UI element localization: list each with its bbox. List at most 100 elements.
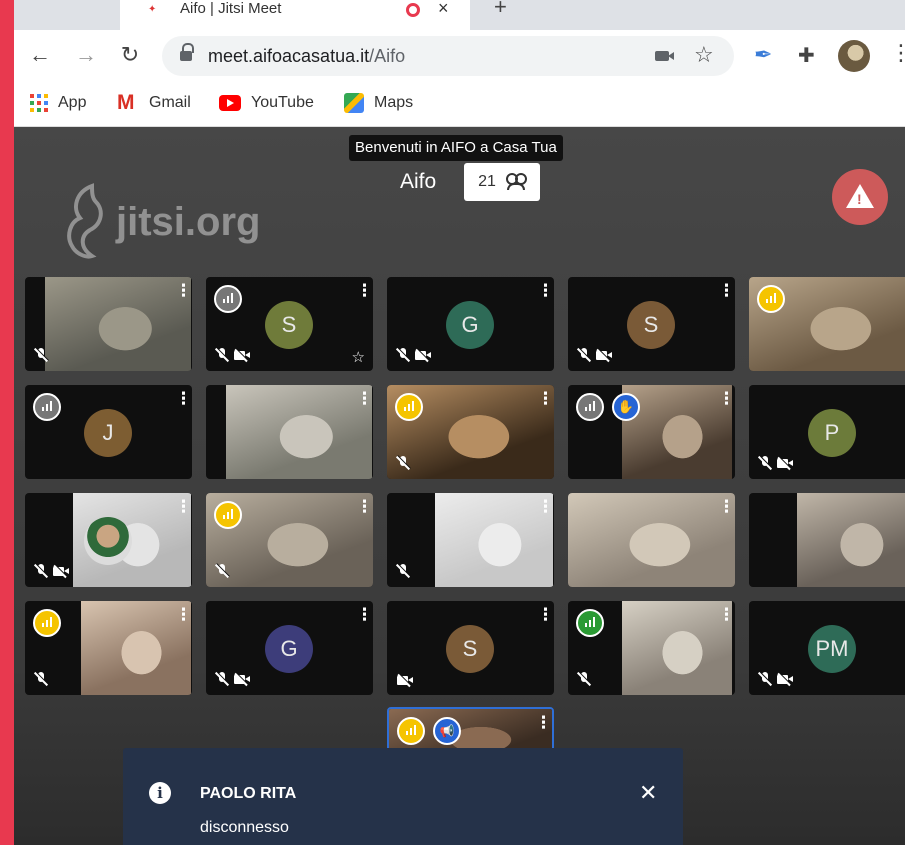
participant-avatar: S <box>446 625 494 673</box>
tab-strip: ✦ Aifo | Jitsi Meet × + <box>14 0 905 30</box>
bookmark-maps[interactable]: Maps <box>344 91 413 115</box>
camera-off-icon <box>53 565 69 577</box>
connection-quality-icon[interactable] <box>214 501 242 529</box>
participant-avatar: G <box>265 625 313 673</box>
warning-alert-icon[interactable] <box>832 169 888 225</box>
url-path: /Aifo <box>369 46 406 66</box>
recording-indicator-icon <box>406 3 420 17</box>
extensions-puzzle-icon[interactable]: ✚ <box>798 43 815 68</box>
tile-menu-icon[interactable] <box>356 281 373 301</box>
connection-quality-icon[interactable] <box>576 393 604 421</box>
tile-status-icons <box>578 348 612 362</box>
participant-video <box>226 385 372 479</box>
meeting-stage: jitsi.org Benvenuti in AIFO a Casa Tua A… <box>14 127 905 845</box>
tile-menu-icon[interactable] <box>718 605 735 625</box>
tile-menu-icon[interactable] <box>537 605 554 625</box>
connection-quality-icon[interactable] <box>576 609 604 637</box>
camera-off-icon <box>415 349 431 361</box>
browser-menu-icon[interactable]: ⋮ <box>890 40 905 66</box>
mic-muted-icon <box>397 564 409 578</box>
mic-muted-icon <box>397 456 409 470</box>
tile-status-icons <box>397 564 409 578</box>
mic-muted-icon <box>397 348 409 362</box>
tile-menu-icon[interactable] <box>537 281 554 301</box>
tile-menu-icon[interactable] <box>356 605 373 625</box>
bookmark-app[interactable]: App <box>30 91 86 115</box>
participant-tile[interactable] <box>568 493 735 587</box>
participant-tile[interactable]: G <box>206 601 373 695</box>
forward-arrow-icon[interactable]: → <box>72 40 100 70</box>
participant-tile[interactable] <box>25 277 192 371</box>
tile-menu-icon[interactable] <box>718 389 735 409</box>
participant-tile[interactable]: S <box>568 277 735 371</box>
back-arrow-icon[interactable]: ← <box>26 40 54 70</box>
tile-menu-icon[interactable] <box>718 281 735 301</box>
tab-close-icon[interactable]: × <box>438 0 449 19</box>
tile-menu-icon[interactable] <box>537 389 554 409</box>
bookmark-youtube[interactable]: YouTube <box>219 91 314 115</box>
tile-menu-icon[interactable] <box>175 605 192 625</box>
tile-status-icons <box>216 672 250 686</box>
participant-tile[interactable] <box>387 385 554 479</box>
connection-quality-icon[interactable] <box>397 717 425 745</box>
bookmark-gmail[interactable]: Gmail <box>117 91 191 115</box>
aifo-favicon-icon: ✦ <box>148 4 157 15</box>
participant-tile[interactable] <box>206 493 373 587</box>
bookmark-label: App <box>58 94 87 111</box>
bookmark-star-icon[interactable]: ☆ <box>694 42 714 68</box>
participant-video <box>797 493 905 587</box>
jitsi-logo-icon <box>62 182 108 262</box>
tile-menu-icon[interactable] <box>175 389 192 409</box>
tile-menu-icon[interactable] <box>356 389 373 409</box>
participant-tile[interactable] <box>749 277 905 371</box>
camera-off-icon <box>397 674 413 686</box>
participant-count-button[interactable]: 21 <box>464 163 540 201</box>
camera-in-use-icon[interactable] <box>655 51 674 61</box>
tile-menu-icon[interactable] <box>535 713 552 733</box>
bookmark-label: YouTube <box>251 94 314 111</box>
participant-tile[interactable]: S <box>387 601 554 695</box>
tile-menu-icon[interactable] <box>175 281 192 301</box>
connection-quality-icon[interactable] <box>33 609 61 637</box>
bookmark-label: Maps <box>374 94 414 111</box>
mic-muted-icon <box>578 348 590 362</box>
tile-status-icons <box>578 672 590 686</box>
browser-tab-active[interactable]: ✦ Aifo | Jitsi Meet × <box>120 0 470 30</box>
participant-tile[interactable] <box>25 601 192 695</box>
participant-tile[interactable]: P <box>749 385 905 479</box>
participant-tile[interactable] <box>206 385 373 479</box>
participant-tile[interactable] <box>749 493 905 587</box>
tile-menu-icon[interactable] <box>356 497 373 517</box>
tile-status-icons <box>397 674 413 686</box>
participant-tile[interactable] <box>387 493 554 587</box>
participant-tile[interactable]: S☆ <box>206 277 373 371</box>
tile-menu-icon[interactable] <box>537 497 554 517</box>
mic-muted-icon <box>759 456 771 470</box>
bookmark-label: Gmail <box>149 94 191 111</box>
connection-quality-icon[interactable] <box>214 285 242 313</box>
feather-extension-icon[interactable]: ✒ <box>754 42 772 68</box>
lock-icon[interactable] <box>180 43 194 62</box>
connection-quality-icon[interactable] <box>395 393 423 421</box>
participant-tile[interactable] <box>568 601 735 695</box>
participant-avatar: S <box>627 301 675 349</box>
participant-tile[interactable]: J <box>25 385 192 479</box>
new-tab-button[interactable]: + <box>494 0 507 20</box>
participant-count: 21 <box>478 173 496 190</box>
connection-quality-icon[interactable] <box>757 285 785 313</box>
participant-tile[interactable]: ✋ <box>568 385 735 479</box>
participant-tile[interactable]: PM <box>749 601 905 695</box>
close-icon[interactable]: ✕ <box>639 780 657 806</box>
tile-status-icons <box>397 348 431 362</box>
tile-menu-icon[interactable] <box>718 497 735 517</box>
jitsi-watermark[interactable]: jitsi.org <box>62 177 260 267</box>
connection-quality-icon[interactable] <box>33 393 61 421</box>
participant-tile[interactable] <box>25 493 192 587</box>
url-text[interactable]: meet.aifoacasatua.it/Aifo <box>208 46 405 67</box>
address-bar[interactable]: meet.aifoacasatua.it/Aifo ☆ <box>162 36 734 76</box>
participant-tile[interactable]: G <box>387 277 554 371</box>
info-icon: i <box>149 782 171 804</box>
tile-menu-icon[interactable] <box>175 497 192 517</box>
profile-avatar[interactable] <box>838 40 870 72</box>
reload-icon[interactable]: ↻ <box>116 40 144 70</box>
